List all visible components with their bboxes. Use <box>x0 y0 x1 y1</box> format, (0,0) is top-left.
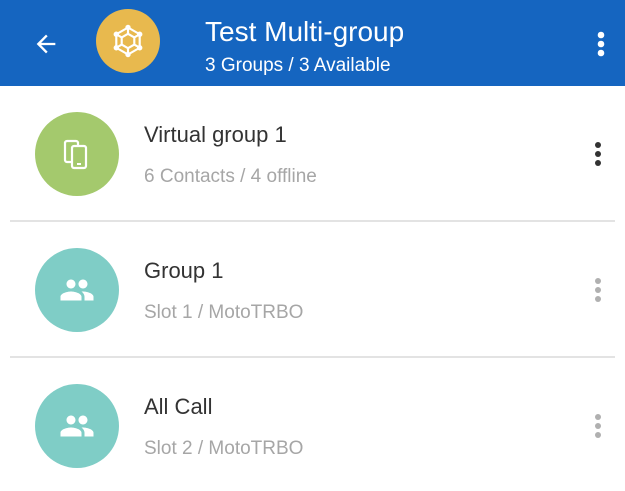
item-menu-button[interactable] <box>585 404 611 448</box>
devices-icon <box>63 139 88 170</box>
item-menu-button[interactable] <box>585 268 611 312</box>
group-name: Virtual group 1 <box>144 122 287 147</box>
group-details: Slot 2 / MotoTRBO <box>144 438 304 459</box>
group-details: 6 Contacts / 4 offline <box>144 166 317 187</box>
page-subtitle: 3 Groups / 3 Available <box>205 55 391 76</box>
app-bar: Test Multi-group 3 Groups / 3 Available <box>0 0 625 86</box>
group-icon <box>60 415 94 437</box>
list-item[interactable]: Virtual group 1 6 Contacts / 4 offline <box>0 86 625 222</box>
arrow-back-icon <box>36 34 56 54</box>
network-hub-icon <box>113 24 143 58</box>
group-name: Group 1 <box>144 258 224 283</box>
page-title: Test Multi-group <box>205 16 405 47</box>
more-vertical-icon <box>595 414 601 438</box>
app-screen: Test Multi-group 3 Groups / 3 Available … <box>0 0 625 491</box>
list-item[interactable]: Group 1 Slot 1 / MotoTRBO <box>0 222 625 358</box>
group-avatar <box>35 112 119 196</box>
group-avatar <box>35 248 119 332</box>
group-name: All Call <box>144 394 213 419</box>
multigroup-avatar <box>96 9 160 73</box>
group-details: Slot 1 / MotoTRBO <box>144 302 304 323</box>
more-vertical-icon <box>595 142 601 166</box>
more-vertical-icon <box>597 31 605 57</box>
item-menu-button[interactable] <box>585 132 611 176</box>
group-list: Virtual group 1 6 Contacts / 4 offline G… <box>0 86 625 491</box>
back-button[interactable] <box>24 22 68 66</box>
list-item[interactable]: All Call Slot 2 / MotoTRBO <box>0 358 625 491</box>
group-icon <box>60 279 94 301</box>
more-vertical-icon <box>595 278 601 302</box>
overflow-menu-button[interactable] <box>581 24 621 64</box>
group-avatar <box>35 384 119 468</box>
